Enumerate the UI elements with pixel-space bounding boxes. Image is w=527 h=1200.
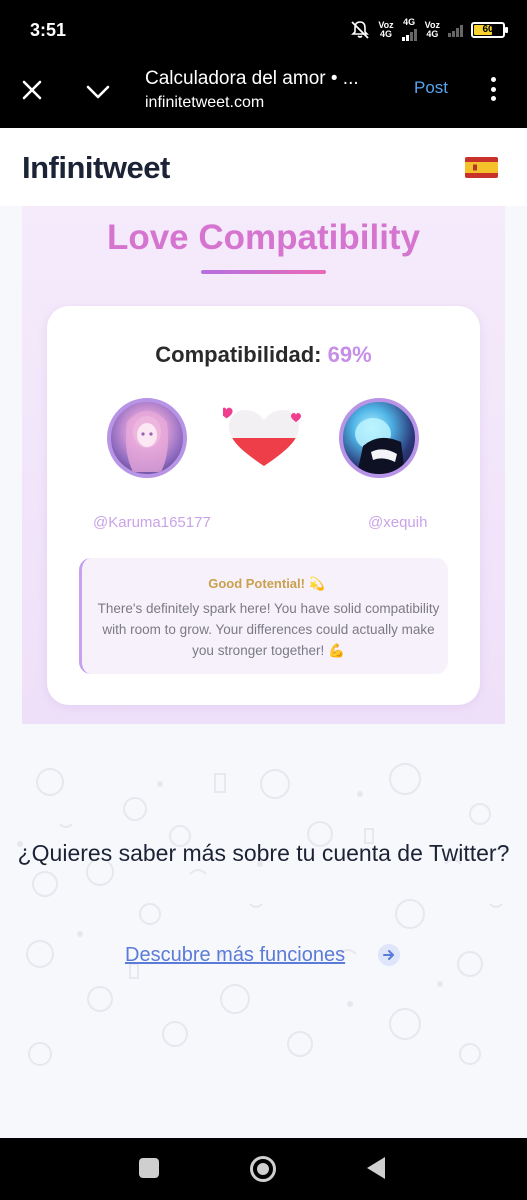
post-button[interactable]: Post	[414, 78, 448, 98]
compatibility-score: Compatibilidad: 69%	[47, 342, 480, 368]
background-pattern	[17, 763, 508, 1066]
love-compatibility-section: Love Compatibility Compatibilidad: 69% @…	[22, 206, 505, 724]
page-title: Calculadora del amor • ...	[145, 68, 359, 89]
close-icon[interactable]	[18, 76, 46, 104]
message-title: Good Potential! 💫	[208, 576, 325, 591]
title-underline	[201, 270, 326, 274]
browser-toolbar: Calculadora del amor • ... infinitetweet…	[0, 56, 527, 128]
home-icon[interactable]	[250, 1156, 276, 1182]
spain-flag-icon[interactable]	[465, 157, 498, 178]
status-bar: 3:51 Voz 4G 4G Voz 4G 60	[0, 0, 527, 56]
back-icon[interactable]	[367, 1157, 385, 1179]
page-content: Love Compatibility Compatibilidad: 69% @…	[0, 206, 527, 1138]
recents-icon[interactable]	[139, 1158, 159, 1178]
battery-level: 60	[482, 24, 494, 35]
arrow-right-icon[interactable]	[378, 944, 400, 966]
site-logo[interactable]: Infinitweet	[22, 150, 170, 186]
system-navigation-bar	[0, 1138, 527, 1200]
status-time: 3:51	[30, 20, 67, 40]
username-user2: @xequih	[368, 514, 428, 531]
status-icons: Voz 4G 4G Voz 4G 60	[350, 18, 508, 41]
compatibility-percent: 69%	[327, 342, 372, 367]
site-header: Infinitweet	[0, 128, 527, 206]
heart-meter-icon	[223, 407, 301, 466]
signal-strength-icon	[448, 23, 463, 37]
result-message: Good Potential! 💫 There's definitely spa…	[79, 558, 448, 674]
result-card: Compatibilidad: 69% @Karuma165177 @xequi…	[47, 306, 480, 705]
section-title: Love Compatibility	[106, 218, 421, 257]
sim2-top-label: 4G	[401, 18, 417, 41]
chevron-down-icon[interactable]	[84, 78, 112, 106]
message-body: There's definitely spark here! You have …	[97, 601, 440, 658]
discover-more-link[interactable]: Descubre más funciones	[125, 944, 345, 967]
muted-bell-icon	[351, 20, 370, 39]
avatar-art	[355, 418, 405, 474]
cta-question: ¿Quieres saber más sobre tu cuenta de Tw…	[17, 840, 510, 866]
avatar-user1	[107, 398, 187, 478]
more-options-icon[interactable]	[486, 74, 500, 104]
username-user1: @Karuma165177	[93, 514, 211, 531]
avatar-user2	[339, 398, 419, 478]
avatar-art	[125, 411, 169, 472]
sim1-label: Voz 4G	[378, 19, 394, 39]
page-url: infinitetweet.com	[145, 94, 265, 111]
signal-strength-icon	[401, 27, 417, 41]
sim2-label: Voz 4G	[424, 19, 440, 39]
battery-icon: 60	[471, 21, 508, 38]
compatibility-label: Compatibilidad:	[155, 342, 322, 367]
